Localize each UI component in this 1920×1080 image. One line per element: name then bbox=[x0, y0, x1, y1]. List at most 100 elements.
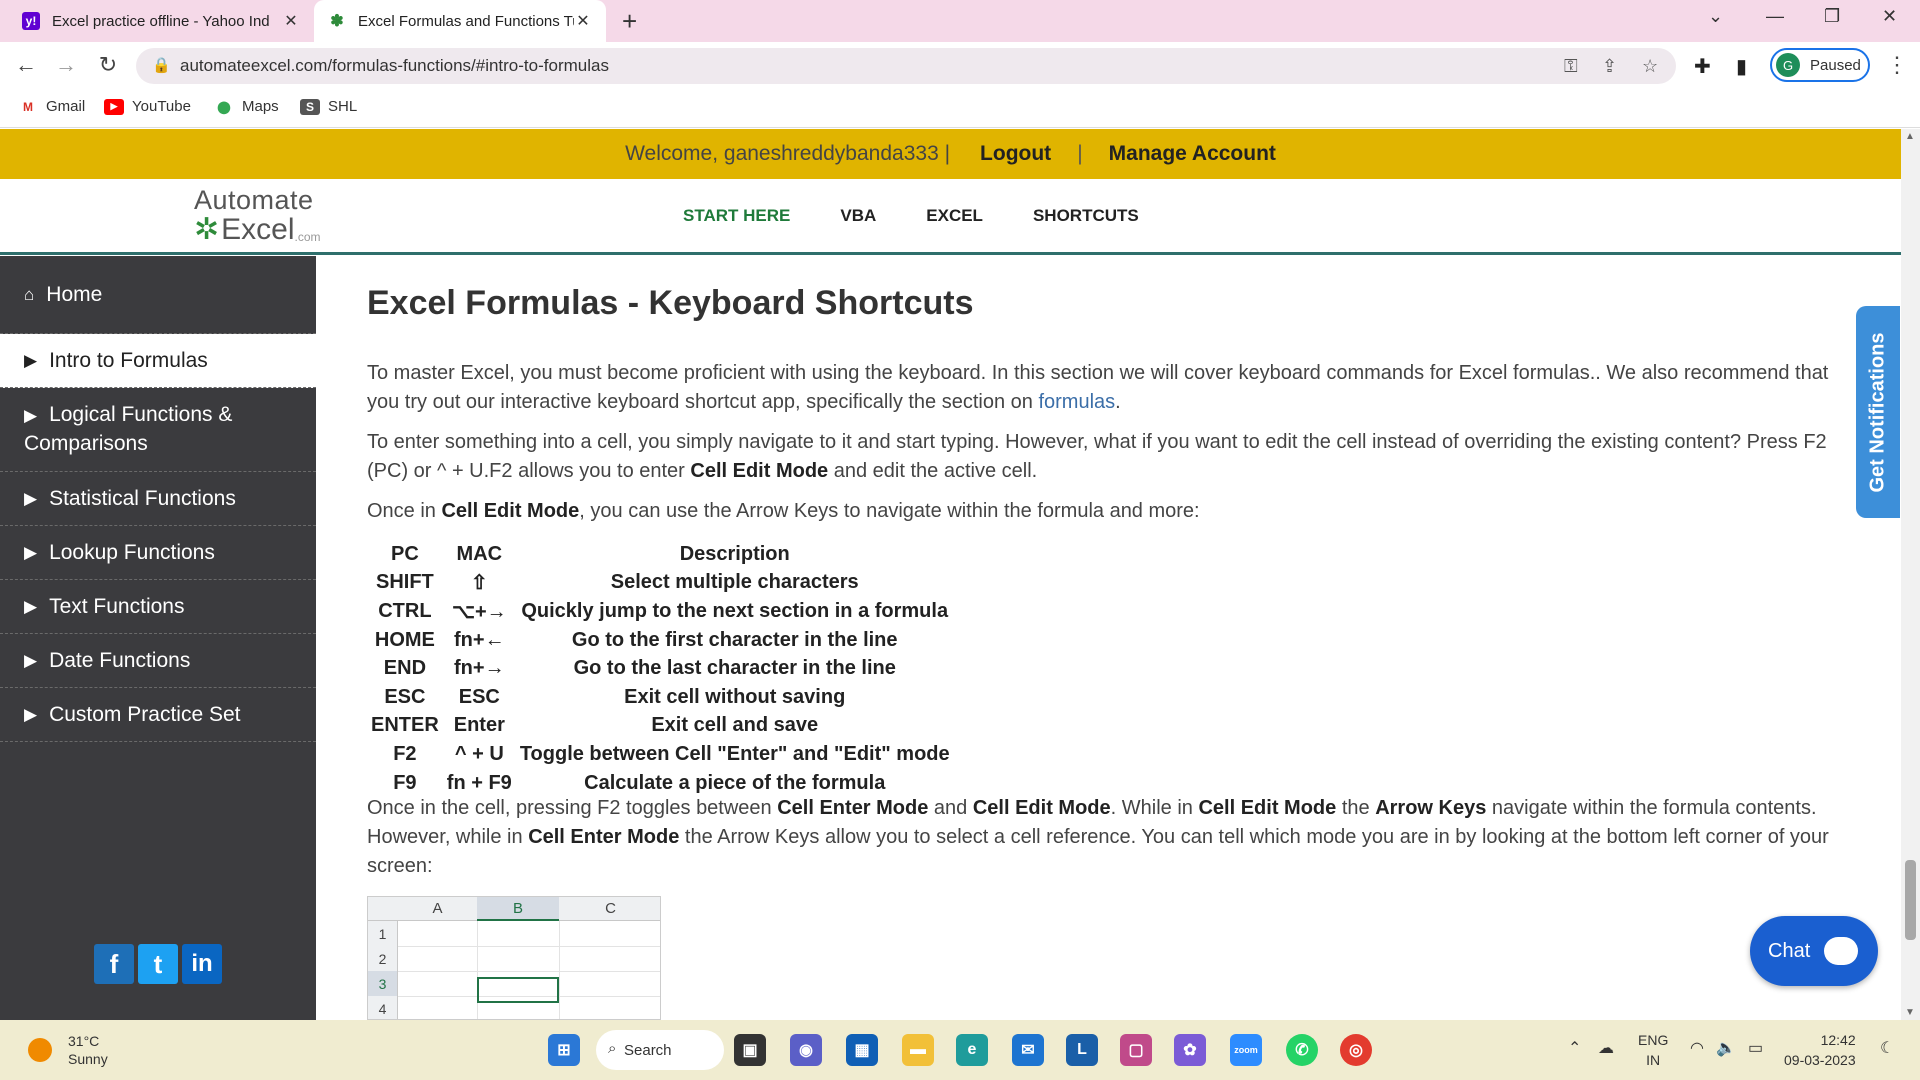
sidebar-item-label: Lookup Functions bbox=[49, 540, 215, 564]
get-notifications-button[interactable]: Get Notifications bbox=[1856, 306, 1900, 518]
clock-time: 12:42 bbox=[1820, 1032, 1856, 1048]
back-button[interactable]: ← bbox=[12, 52, 40, 78]
bookmark-gmail[interactable]: M Gmail bbox=[18, 98, 85, 115]
mac-key: ESC bbox=[458, 685, 500, 708]
tab-title: Excel practice offline - Yahoo Ind bbox=[52, 12, 270, 30]
close-icon[interactable]: ✕ bbox=[574, 11, 592, 31]
sidebar-item-custom-practice-set[interactable]: ▶ Custom Practice Set bbox=[0, 688, 316, 742]
chat-button[interactable]: Chat bbox=[1750, 916, 1878, 986]
sidebar-item-label: Home bbox=[46, 282, 103, 306]
triangle-right-icon: ▶ bbox=[24, 704, 38, 724]
start-icon[interactable]: ⊞ bbox=[548, 1034, 580, 1066]
mac-key: ^ + U bbox=[454, 742, 504, 765]
social-links: f t in bbox=[94, 944, 222, 984]
scrollbar-thumb[interactable] bbox=[1905, 860, 1916, 940]
twitter-icon[interactable]: t bbox=[138, 944, 178, 984]
gear-icon: ✲ bbox=[194, 213, 220, 246]
bookmark-maps[interactable]: ⬤ Maps bbox=[214, 98, 278, 115]
scroll-down-icon[interactable]: ▼ bbox=[1905, 1007, 1915, 1018]
clock-date: 09-03-2023 bbox=[1784, 1052, 1856, 1068]
sidebar-item-label: Custom Practice Set bbox=[49, 702, 241, 726]
address-bar[interactable]: 🔒 automateexcel.com/formulas-functions/#… bbox=[136, 48, 1676, 84]
close-icon[interactable]: ✕ bbox=[282, 11, 300, 31]
sidebar-item-statistical-functions[interactable]: ▶ Statistical Functions bbox=[0, 472, 316, 526]
column-header: MAC bbox=[456, 542, 503, 565]
share-icon[interactable]: ⇪ bbox=[1602, 56, 1617, 77]
clock[interactable]: 12:42 09-03-2023 bbox=[1784, 1030, 1856, 1070]
chevron-up-icon[interactable]: ⌃ bbox=[1568, 1038, 1581, 1058]
mac-key: fn+← bbox=[454, 628, 505, 651]
sidebar-item-date-functions[interactable]: ▶ Date Functions bbox=[0, 634, 316, 688]
menu-icon[interactable]: ⋮ bbox=[1886, 52, 1908, 78]
formulas-link[interactable]: formulas bbox=[1038, 391, 1115, 413]
tab-automateexcel[interactable]: ✽ Excel Formulas and Functions Tu ✕ bbox=[314, 0, 606, 42]
mac-key: ⇧ bbox=[470, 572, 488, 595]
logout-link[interactable]: Logout bbox=[980, 142, 1051, 166]
store-icon[interactable]: ▦ bbox=[846, 1034, 878, 1066]
bold-text: Arrow Keys bbox=[1375, 797, 1487, 819]
edit-paragraph: To enter something into a cell, you simp… bbox=[367, 428, 1847, 486]
key-icon[interactable]: ⚿ bbox=[1564, 56, 1578, 77]
shl-icon: S bbox=[300, 98, 320, 115]
side-panel-icon[interactable]: ▮ bbox=[1736, 54, 1747, 79]
onedrive-icon[interactable]: ☁ bbox=[1598, 1038, 1614, 1058]
linkedin-icon[interactable]: in bbox=[182, 944, 222, 984]
scroll-up-icon[interactable]: ▲ bbox=[1905, 131, 1915, 142]
tab-yahoo[interactable]: y! Excel practice offline - Yahoo Ind ✕ bbox=[8, 0, 314, 42]
sidebar-item-logical-functions[interactable]: ▶ Logical Functions & Comparisons bbox=[0, 388, 316, 472]
new-tab-button[interactable]: + bbox=[622, 6, 637, 37]
volume-icon[interactable]: 🔈 bbox=[1716, 1038, 1736, 1058]
weather-desc: Sunny bbox=[68, 1051, 108, 1067]
nav-start-here[interactable]: START HERE bbox=[683, 206, 790, 226]
triangle-right-icon: ▶ bbox=[24, 650, 38, 670]
lock-icon[interactable]: 🔒 bbox=[152, 56, 171, 74]
extensions-icon[interactable]: ✚ bbox=[1694, 54, 1711, 79]
nav-shortcuts[interactable]: SHORTCUTS bbox=[1033, 206, 1139, 226]
bold-text: Cell Edit Mode bbox=[690, 460, 829, 482]
site-header: Automate ✲ Excel .com START HERE VBA EXC… bbox=[0, 179, 1901, 255]
sidebar-item-text-functions[interactable]: ▶ Text Functions bbox=[0, 580, 316, 634]
notification-center-icon[interactable]: ☾ bbox=[1880, 1038, 1894, 1058]
whatsapp-icon[interactable]: ✆ bbox=[1286, 1034, 1318, 1066]
mail-icon[interactable]: ✉ bbox=[1012, 1034, 1044, 1066]
chrome-icon[interactable]: ◎ bbox=[1340, 1034, 1372, 1066]
nav-excel[interactable]: EXCEL bbox=[926, 206, 983, 226]
close-window-button[interactable]: ✕ bbox=[1882, 6, 1897, 27]
teams-chat-icon[interactable]: ◉ bbox=[790, 1034, 822, 1066]
site-logo[interactable]: Automate ✲ Excel .com bbox=[194, 185, 321, 247]
sidebar-item-label: Intro to Formulas bbox=[49, 348, 208, 372]
minimize-button[interactable]: — bbox=[1766, 6, 1784, 27]
bookmark-shl[interactable]: S SHL bbox=[300, 98, 357, 115]
page-scrollbar[interactable]: ▲ ▼ bbox=[1901, 129, 1920, 1020]
taskbar-search[interactable]: ⌕ Search bbox=[596, 1030, 724, 1070]
sidebar-item-lookup-functions[interactable]: ▶ Lookup Functions bbox=[0, 526, 316, 580]
sidebar-item-label: Logical Functions & Comparisons bbox=[24, 403, 233, 455]
bookmark-star-icon[interactable]: ☆ bbox=[1642, 56, 1658, 77]
file-explorer-icon[interactable]: ▬ bbox=[902, 1034, 934, 1066]
zoom-icon[interactable]: zoom bbox=[1230, 1034, 1262, 1066]
row-header-2: 2 bbox=[368, 946, 398, 971]
profile-button[interactable]: G Paused bbox=[1770, 48, 1870, 82]
restore-button[interactable]: ❐ bbox=[1824, 6, 1840, 27]
sidebar-item-intro-to-formulas[interactable]: ▶ Intro to Formulas bbox=[0, 334, 316, 388]
bookmark-youtube[interactable]: ▶ YouTube bbox=[104, 98, 191, 115]
task-view-icon[interactable]: ▣ bbox=[734, 1034, 766, 1066]
nav-vba[interactable]: VBA bbox=[840, 206, 876, 226]
logo-suffix: .com bbox=[294, 229, 321, 244]
app-l-icon[interactable]: L bbox=[1066, 1034, 1098, 1066]
tab-search-icon[interactable]: ⌄ bbox=[1708, 6, 1723, 27]
copilot-icon[interactable]: ✿ bbox=[1174, 1034, 1206, 1066]
wifi-icon[interactable]: ◠ bbox=[1690, 1038, 1704, 1058]
forward-button[interactable]: → bbox=[52, 52, 80, 78]
language-indicator[interactable]: ENG IN bbox=[1638, 1030, 1668, 1070]
bookmark-label: Gmail bbox=[46, 98, 86, 115]
facebook-icon[interactable]: f bbox=[94, 944, 134, 984]
manage-account-link[interactable]: Manage Account bbox=[1109, 142, 1276, 166]
weather-widget[interactable]: 31°C Sunny bbox=[28, 1032, 108, 1068]
edge-icon[interactable]: e bbox=[956, 1034, 988, 1066]
battery-icon[interactable]: ▭ bbox=[1748, 1038, 1763, 1058]
app-square-icon[interactable]: ▢ bbox=[1120, 1034, 1152, 1066]
tab-title: Excel Formulas and Functions Tu bbox=[358, 12, 574, 30]
sidebar-item-home[interactable]: ⌂ Home bbox=[0, 256, 316, 334]
reload-button[interactable]: ↻ bbox=[94, 52, 122, 78]
